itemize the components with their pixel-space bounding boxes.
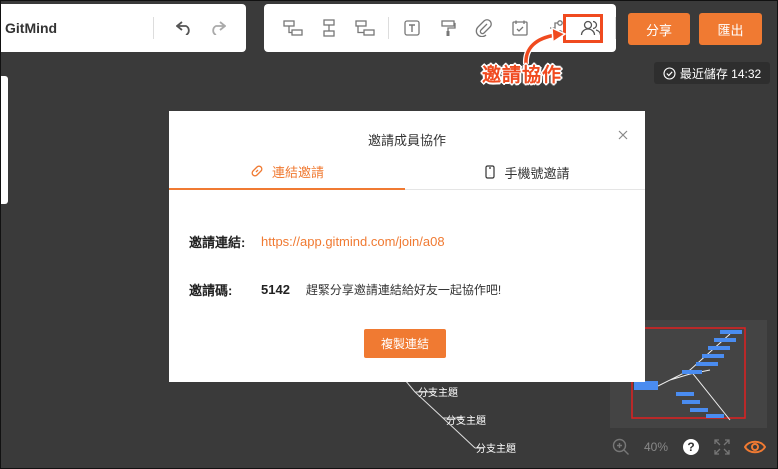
redo-button[interactable] [202,12,234,44]
save-status: 最近儲存 14:32 [654,62,770,84]
help-icon[interactable]: ? [682,438,700,456]
subtopic-icon [355,20,375,36]
check-circle-icon [663,66,676,80]
text-button[interactable] [397,12,428,44]
app-logo: GitMind [5,20,58,36]
invite-code-row: 邀請碼: 5142 趕緊分享邀請連結給好友一起協作吧! [189,280,501,299]
format-painter-icon [441,20,456,36]
invite-code-label: 邀請碼: [189,283,233,298]
branch-topic[interactable]: 分支主題 [446,412,486,427]
tab-phone-invite[interactable]: 手機號邀請 [409,154,645,190]
phone-icon [485,165,496,179]
divider [153,17,154,39]
subtopic-button[interactable] [350,12,381,44]
share-button[interactable]: 分享 [628,13,690,45]
divider [387,17,389,39]
modal-title: 邀請成員協作 [367,133,446,148]
invite-link-label: 邀請連結: [189,235,246,250]
redo-icon [212,21,226,35]
sibling-topic-icon [283,20,304,36]
copy-link-button[interactable]: 複製連結 [364,329,446,358]
sibling-topic-button[interactable] [278,12,309,44]
left-side-panel[interactable] [0,76,8,204]
branch-topic[interactable]: 分支主題 [418,384,458,399]
export-button[interactable]: 匯出 [699,13,762,45]
eye-icon[interactable] [744,439,767,455]
attachment-icon [475,19,492,37]
annotation-label: 邀請協作 [482,65,563,86]
child-topic-button[interactable] [314,12,345,44]
divider [614,17,616,39]
branch-topic[interactable]: 分支主題 [476,440,516,455]
title-panel: GitMind [0,4,246,52]
close-icon [618,130,628,140]
link-icon [251,165,263,177]
invite-code-value: 5142 [261,282,290,297]
svg-text:?: ? [687,440,694,454]
bottom-toolbar: 40% ? [612,438,767,456]
save-status-text: 最近儲存 14:32 [679,66,762,81]
fullscreen-icon[interactable] [714,439,730,455]
zoom-in-icon[interactable] [612,438,630,456]
invite-link-row: 邀請連結: https://app.gitmind.com/join/a08 [189,232,445,251]
undo-button[interactable] [168,12,200,44]
invite-modal: 邀請成員協作 連結邀請 手機號邀請 邀請連結: https://app.gitm… [169,111,645,382]
tab-label: 手機號邀請 [504,165,570,181]
undo-icon [176,21,190,35]
child-topic-icon [323,19,335,37]
zoom-level: 40% [644,440,669,454]
tab-link-invite[interactable]: 連結邀請 [169,154,405,190]
invite-link-value[interactable]: https://app.gitmind.com/join/a08 [261,234,445,249]
format-painter-button[interactable] [433,12,464,44]
attachment-button[interactable] [468,12,499,44]
invite-tabs: 連結邀請 手機號邀請 [169,154,645,190]
text-icon [404,20,420,36]
close-button[interactable] [615,127,631,143]
invite-hint: 趕緊分享邀請連結給好友一起協作吧! [305,283,502,297]
tab-label: 連結邀請 [271,164,324,180]
